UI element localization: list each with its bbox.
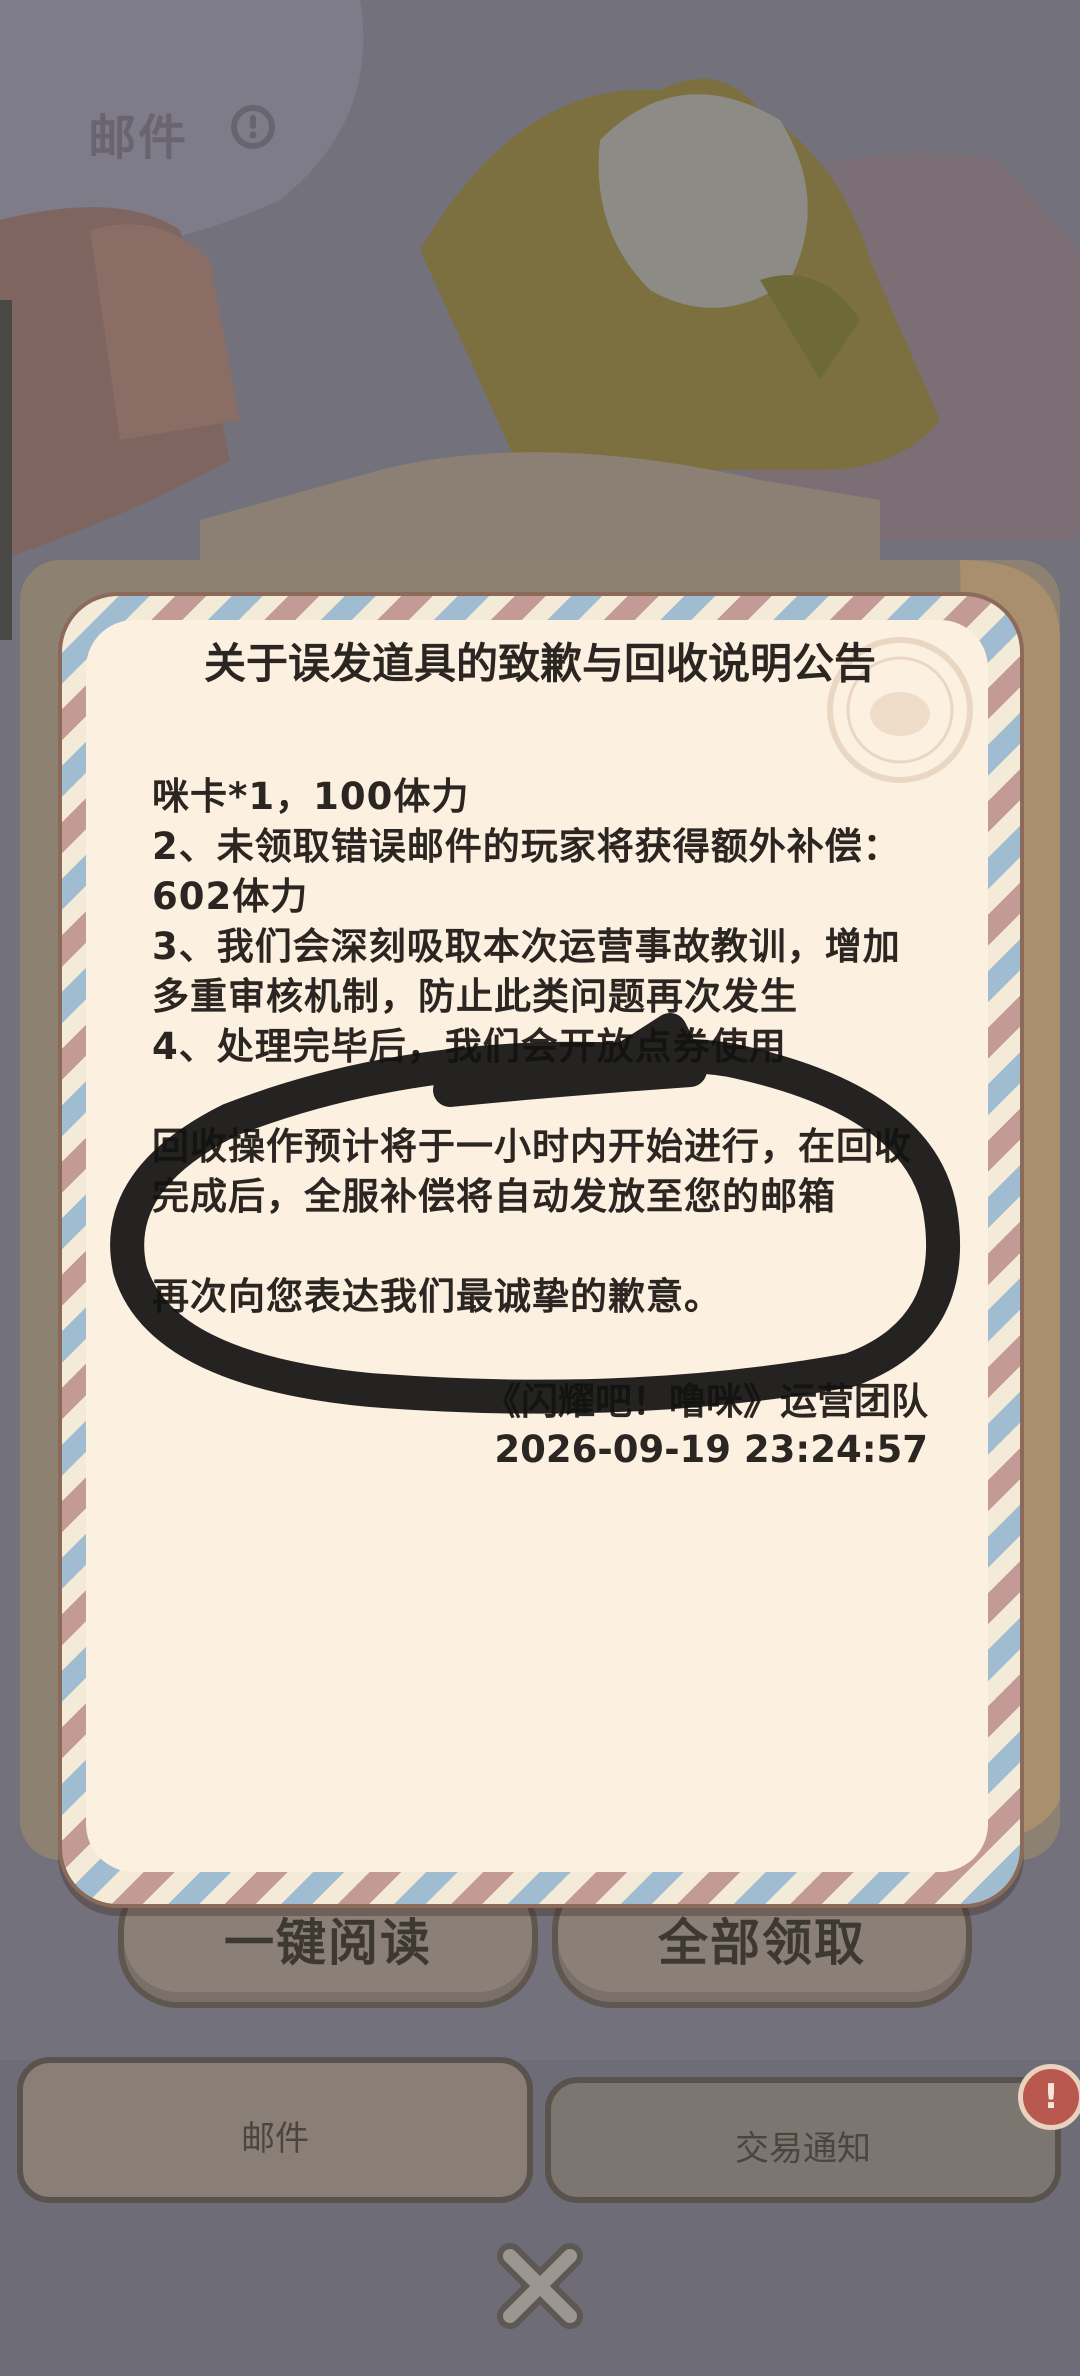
tab-trade-label: 交易通知: [735, 2128, 871, 2169]
close-icon[interactable]: [490, 2236, 590, 2336]
read-all-label: 一键阅读: [224, 1914, 432, 1972]
notice-line: 咪卡*1，100体力: [152, 775, 470, 818]
mail-header-title: 邮件: [88, 110, 189, 166]
tab-trade-notice[interactable]: 交易通知: [548, 2100, 1058, 2190]
notice-title: 关于误发道具的致歉与回收说明公告: [203, 639, 876, 688]
notice-line: 4、处理完毕后，我们会开放点券使用: [152, 1025, 787, 1068]
team-name: 《闪耀吧！噜咪》运营团队: [484, 1380, 928, 1423]
trade-notice-badge: !: [1018, 2064, 1080, 2130]
info-icon[interactable]: [230, 104, 276, 150]
tab-mail[interactable]: 邮件: [20, 2090, 530, 2180]
notice-closing: 再次向您表达我们最诚挚的歉意。: [152, 1275, 722, 1318]
notice-paragraph: 回收操作预计将于一小时内开始进行，在回收完成后，全服补偿将自动发放至您的邮箱: [152, 1125, 912, 1218]
tab-mail-label: 邮件: [241, 2118, 309, 2159]
claim-all-label: 全部领取: [658, 1914, 866, 1972]
notice-timestamp: 2026-09-19 23:24:57: [494, 1428, 928, 1471]
notice-line: 3、我们会深刻吸取本次运营事故教训，增加多重审核机制，防止此类问题再次发生: [152, 925, 901, 1018]
notice-line: 2、未领取错误邮件的玩家将获得额外补偿：602体力: [152, 825, 901, 918]
signature-block: 《闪耀吧！噜咪》运营团队 2026-09-19 23:24:57: [300, 1378, 928, 1474]
notice-body: 咪卡*1，100体力 2、未领取错误邮件的玩家将获得额外补偿：602体力 3、我…: [152, 772, 932, 1322]
